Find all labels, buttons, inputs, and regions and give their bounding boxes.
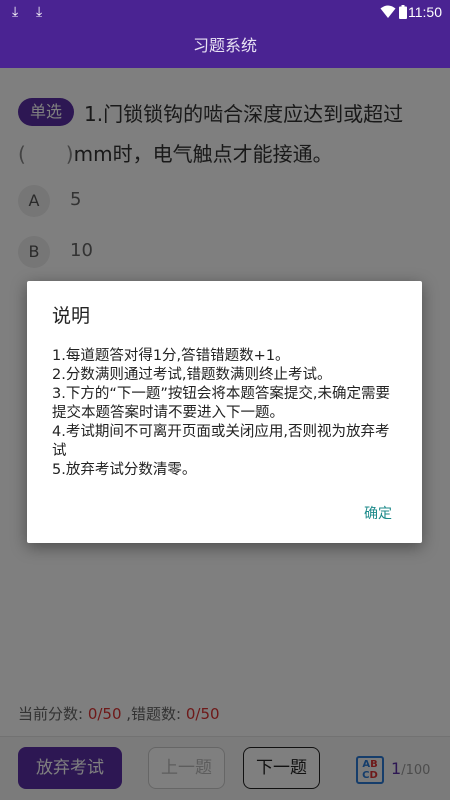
dialog-line: 1.每道题答对得1分,答错错题数+1。 bbox=[52, 348, 290, 364]
download-icon: ⤓ bbox=[36, 4, 43, 20]
dialog-title: 说明 bbox=[52, 305, 91, 327]
dialog-line: 2.分数满则通过考试,错题数满则终止考试。 bbox=[52, 367, 332, 383]
dialog-line: 3.下方的“下一题”按钮会将本题答案提交,未确定需要提交本题答案时请不要进入下一… bbox=[52, 386, 390, 421]
dialog-line: 4.考试期间不可离开页面或关闭应用,否则视为放弃考试 bbox=[52, 424, 390, 459]
confirm-button[interactable]: 确定 bbox=[364, 503, 392, 523]
status-bar: ⤓ ⤓ 11:50 bbox=[0, 0, 450, 24]
battery-icon bbox=[399, 5, 407, 19]
dialog-line: 5.放弃考试分数清零。 bbox=[52, 462, 197, 478]
dialog-body: 1.每道题答对得1分,答错错题数+1。 2.分数满则通过考试,错题数满则终止考试… bbox=[52, 347, 397, 480]
status-time: 11:50 bbox=[408, 4, 442, 20]
download-icon: ⤓ bbox=[12, 4, 19, 20]
wifi-icon bbox=[380, 5, 396, 18]
instructions-dialog: 说明 1.每道题答对得1分,答错错题数+1。 2.分数满则通过考试,错题数满则终… bbox=[27, 281, 422, 543]
app-title: 习题系统 bbox=[0, 24, 450, 68]
